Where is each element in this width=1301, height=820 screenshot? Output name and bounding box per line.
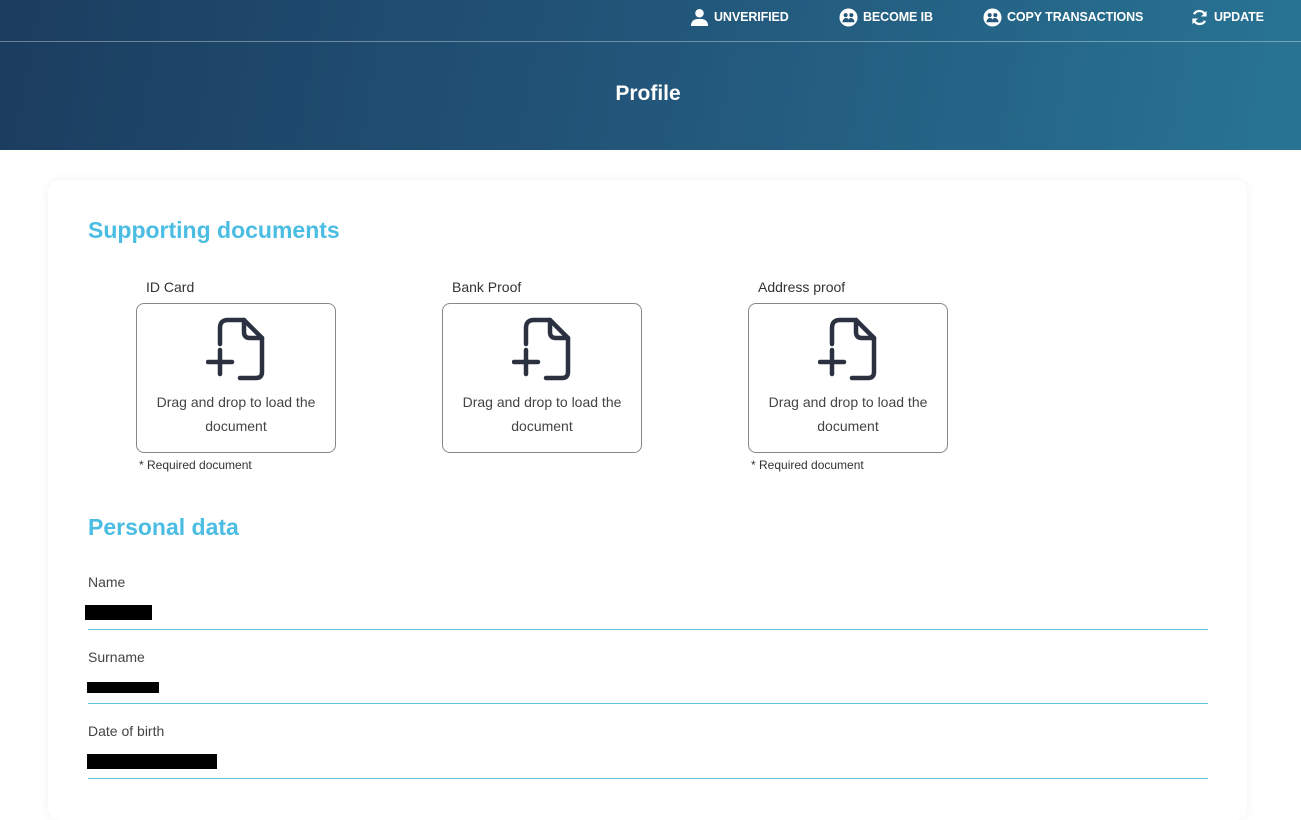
- surname-label: Surname: [88, 649, 145, 665]
- bank-proof-label: Bank Proof: [452, 279, 522, 295]
- refresh-icon: [1192, 9, 1207, 25]
- file-plus-icon: [818, 317, 877, 381]
- page-header: UNVERIFIED BECOME IB COPY TRANSACTIONS U…: [0, 0, 1301, 150]
- become-ib-label: BECOME IB: [863, 10, 933, 24]
- required-note: * Required document: [139, 458, 252, 472]
- file-plus-icon: [512, 317, 571, 381]
- dropzone-text: Drag and drop to load the document: [768, 394, 928, 434]
- date-of-birth-label: Date of birth: [88, 723, 165, 739]
- update-button[interactable]: UPDATE: [1190, 7, 1264, 27]
- id-card-dropzone[interactable]: Drag and drop to load the document: [136, 303, 336, 453]
- name-label: Name: [88, 574, 126, 590]
- become-ib-button[interactable]: BECOME IB: [839, 7, 933, 27]
- file-plus-icon: [206, 317, 265, 381]
- top-navigation: UNVERIFIED BECOME IB COPY TRANSACTIONS U…: [0, 0, 1301, 42]
- address-proof-dropzone[interactable]: Drag and drop to load the document: [748, 303, 948, 453]
- dropzone-text: Drag and drop to load the document: [156, 394, 316, 434]
- profile-card: [48, 180, 1247, 820]
- name-value-redacted[interactable]: [85, 605, 152, 620]
- bank-proof-dropzone[interactable]: Drag and drop to load the document: [442, 303, 642, 453]
- handshake-icon: [839, 7, 858, 27]
- personal-data-heading: Personal data: [88, 514, 239, 540]
- handshake-icon: [983, 7, 1002, 27]
- copy-transactions-button[interactable]: COPY TRANSACTIONS: [983, 7, 1143, 27]
- dropzone-text: Drag and drop to load the document: [462, 394, 622, 434]
- user-icon: [690, 8, 709, 26]
- address-proof-label: Address proof: [758, 279, 846, 295]
- surname-value-redacted[interactable]: [87, 682, 159, 693]
- date-of-birth-field-underline: [88, 778, 1208, 779]
- name-field-underline: [88, 629, 1208, 630]
- unverified-button[interactable]: UNVERIFIED: [690, 7, 789, 27]
- date-of-birth-value-redacted[interactable]: [87, 754, 217, 769]
- id-card-label: ID Card: [146, 279, 195, 295]
- unverified-label: UNVERIFIED: [714, 10, 789, 24]
- page-title: Profile: [615, 82, 681, 105]
- surname-field-underline: [88, 703, 1208, 704]
- update-label: UPDATE: [1214, 10, 1264, 24]
- supporting-documents-heading: Supporting documents: [88, 217, 340, 243]
- copy-transactions-label: COPY TRANSACTIONS: [1007, 10, 1144, 24]
- required-note: * Required document: [751, 458, 864, 472]
